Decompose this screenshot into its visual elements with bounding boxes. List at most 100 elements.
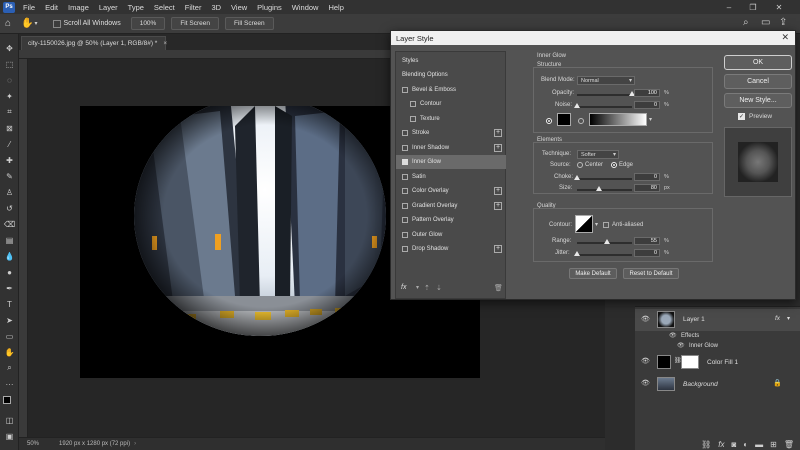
style-item-bevel-emboss[interactable]: Bevel & Emboss xyxy=(396,83,506,97)
delete-layer-icon[interactable]: 🗑 xyxy=(784,440,794,449)
visibility-eye-icon[interactable]: 👁 xyxy=(641,379,651,387)
adjustment-layer-icon[interactable]: ◐ xyxy=(743,440,748,449)
noise-slider-thumb[interactable] xyxy=(574,103,580,108)
scroll-all-windows-checkbox[interactable] xyxy=(52,19,61,28)
layer-name[interactable]: Background xyxy=(683,381,718,388)
technique-select[interactable]: Softer xyxy=(577,150,619,159)
style-checkbox[interactable] xyxy=(410,115,416,122)
add-effect-instance-icon[interactable]: + xyxy=(494,187,502,195)
screen-mode-icon[interactable]: ▣ xyxy=(3,430,16,442)
style-checkbox[interactable] xyxy=(402,159,408,165)
dialog-close-icon[interactable]: ✕ xyxy=(781,32,789,43)
style-checkbox[interactable] xyxy=(410,101,416,107)
range-slider[interactable] xyxy=(577,239,632,244)
fx-menu-icon[interactable]: fx xyxy=(401,284,406,291)
effects-row[interactable]: 👁 Effects xyxy=(635,331,800,341)
clone-stamp-tool-icon[interactable]: ♙ xyxy=(3,186,16,198)
type-tool-icon[interactable]: T xyxy=(3,298,16,310)
zoom-level[interactable]: 50% xyxy=(27,441,39,447)
source-edge-radio[interactable] xyxy=(611,162,617,168)
source-center-radio[interactable] xyxy=(577,162,583,168)
visibility-eye-icon[interactable]: 👁 xyxy=(641,315,651,323)
range-slider-thumb[interactable] xyxy=(604,239,611,244)
jitter-input[interactable]: 0 xyxy=(634,249,660,257)
fit-screen-button[interactable]: Fit Screen xyxy=(171,17,219,30)
style-checkbox[interactable] xyxy=(402,231,408,238)
status-arrow-icon[interactable]: › xyxy=(134,441,136,447)
new-group-icon[interactable]: ▬ xyxy=(755,440,763,449)
new-style-button[interactable]: New Style... xyxy=(724,93,792,108)
restore-icon[interactable]: ❐ xyxy=(742,0,764,14)
add-style-icon[interactable]: fx xyxy=(718,440,724,449)
gradient-tool-icon[interactable]: ▤ xyxy=(3,234,16,246)
menu-plugins[interactable]: Plugins xyxy=(252,3,287,12)
zoom-tool-icon[interactable]: ⌕ xyxy=(3,362,16,374)
menu-3d[interactable]: 3D xyxy=(206,3,226,12)
menu-filter[interactable]: Filter xyxy=(180,3,207,12)
effects-eye-icon[interactable]: 👁 xyxy=(669,332,679,339)
inner-glow-effect-row[interactable]: 👁 Inner Glow xyxy=(635,341,800,351)
style-item-inner-glow[interactable]: Inner Glow xyxy=(396,155,506,169)
menu-select[interactable]: Select xyxy=(149,3,180,12)
make-default-button[interactable]: Make Default xyxy=(569,268,617,279)
hand-tool-icon[interactable]: ✋ xyxy=(3,346,16,358)
layer-row-background[interactable]: 👁 Background 🔒 xyxy=(635,373,800,395)
marquee-tool-icon[interactable]: ⬚ xyxy=(3,58,16,70)
gradient-radio[interactable] xyxy=(578,118,584,124)
foreground-color-swatch[interactable] xyxy=(3,396,11,404)
style-checkbox[interactable] xyxy=(402,130,408,136)
menu-file[interactable]: File xyxy=(18,3,40,12)
menu-view[interactable]: View xyxy=(226,3,252,12)
gradient-dropdown-caret-icon[interactable]: ▾ xyxy=(649,116,652,123)
workspace-icon[interactable]: ▭ xyxy=(761,17,770,28)
more-tools-icon[interactable]: ··· xyxy=(3,378,16,390)
blend-mode-select[interactable]: Normal xyxy=(577,76,635,85)
frame-tool-icon[interactable]: ⊠ xyxy=(3,122,16,134)
visibility-eye-icon[interactable]: 👁 xyxy=(641,357,651,365)
history-brush-tool-icon[interactable]: ↺ xyxy=(3,202,16,214)
style-item-color-overlay[interactable]: Color Overlay + xyxy=(396,184,506,198)
jitter-slider[interactable] xyxy=(574,251,632,256)
home-icon[interactable]: ⌂ xyxy=(5,18,11,29)
hand-tool-icon[interactable]: ✋ xyxy=(21,18,33,29)
style-checkbox[interactable] xyxy=(402,246,408,252)
close-icon[interactable]: ✕ xyxy=(768,0,790,14)
style-item-inner-shadow[interactable]: Inner Shadow + xyxy=(396,141,506,155)
choke-slider[interactable] xyxy=(574,175,632,180)
path-selection-tool-icon[interactable]: ➤ xyxy=(3,314,16,326)
size-input[interactable]: 80 xyxy=(634,184,660,192)
tab-close-icon[interactable]: × xyxy=(163,40,167,47)
style-item-texture[interactable]: Texture xyxy=(396,112,506,126)
quick-mask-icon[interactable]: ◫ xyxy=(3,414,16,426)
eyedropper-tool-icon[interactable]: ⁄ xyxy=(3,138,16,150)
choke-slider-thumb[interactable] xyxy=(574,175,580,180)
new-layer-icon[interactable]: ⊞ xyxy=(770,440,777,449)
style-checkbox[interactable] xyxy=(402,217,408,223)
size-slider-thumb[interactable] xyxy=(596,186,602,191)
opacity-input[interactable]: 100 xyxy=(634,89,660,97)
glow-color-swatch[interactable] xyxy=(557,113,571,126)
add-effect-instance-icon[interactable]: + xyxy=(494,143,502,152)
style-item-gradient-overlay[interactable]: Gradient Overlay + xyxy=(396,199,506,213)
move-tool-icon[interactable]: ✥ xyxy=(3,42,16,54)
lasso-tool-icon[interactable]: ◌ xyxy=(3,74,16,86)
search-icon[interactable]: ⌕ xyxy=(743,17,749,28)
menu-help[interactable]: Help xyxy=(323,3,348,12)
crop-tool-icon[interactable]: ⌗ xyxy=(3,106,16,118)
menu-layer[interactable]: Layer xyxy=(94,3,123,12)
zoom-100-button[interactable]: 100% xyxy=(130,17,166,30)
dialog-titlebar[interactable]: Layer Style ✕ xyxy=(391,31,795,45)
style-checkbox[interactable] xyxy=(402,173,408,180)
menu-window[interactable]: Window xyxy=(287,3,324,12)
collapse-arrow-icon[interactable]: ▾ xyxy=(787,315,790,322)
fx-badge[interactable]: fx xyxy=(775,315,780,322)
noise-slider[interactable] xyxy=(574,103,632,108)
jitter-slider-thumb[interactable] xyxy=(574,251,580,256)
cancel-button[interactable]: Cancel xyxy=(724,74,792,89)
add-effect-instance-icon[interactable]: + xyxy=(494,201,502,210)
reset-to-default-button[interactable]: Reset to Default xyxy=(623,268,679,279)
style-item-drop-shadow[interactable]: Drop Shadow + xyxy=(396,242,506,256)
fill-screen-button[interactable]: Fill Screen xyxy=(224,17,274,30)
style-checkbox[interactable] xyxy=(402,202,408,209)
layer-name[interactable]: Color Fill 1 xyxy=(707,359,738,366)
